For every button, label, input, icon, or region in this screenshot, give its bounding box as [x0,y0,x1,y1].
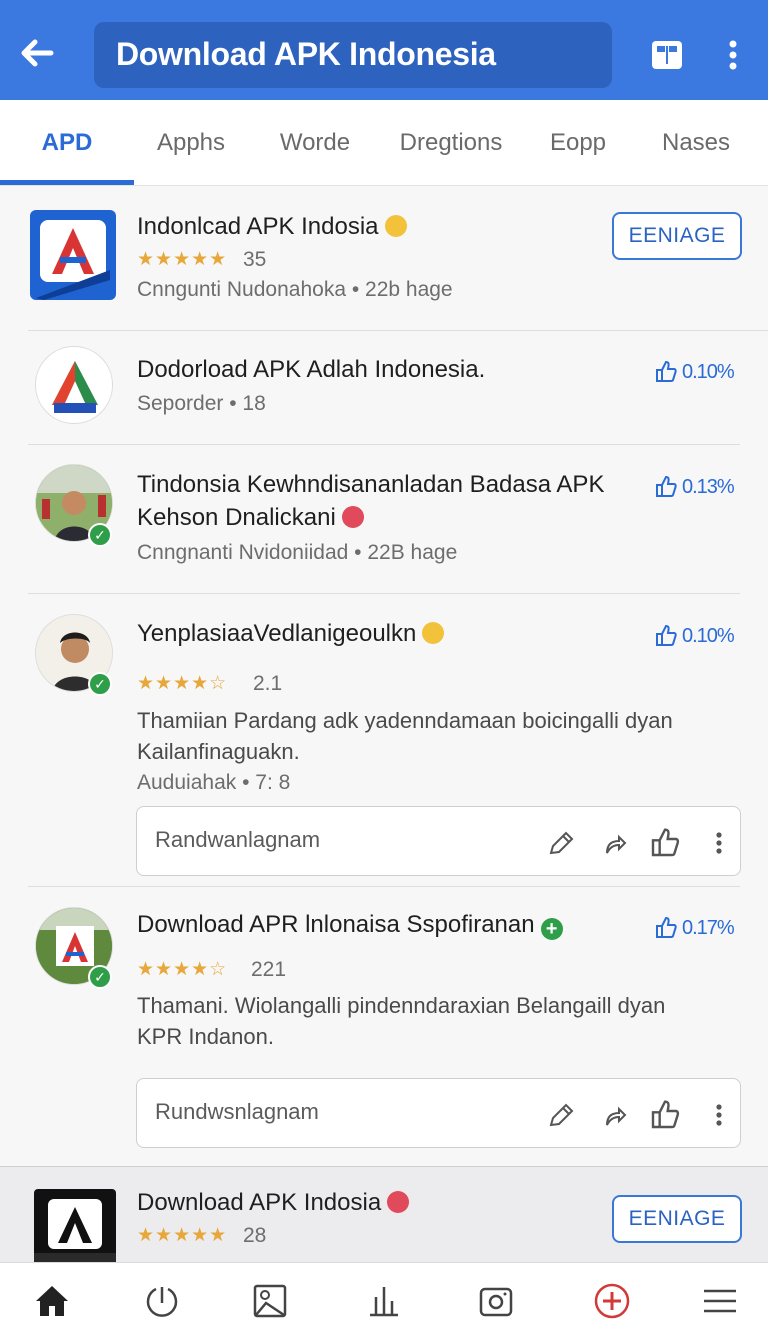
item-title: Download APR lnlonaisa Sspofiranan [137,911,535,938]
item-title: Download APK Indosia [137,1189,382,1216]
card-view-icon[interactable] [648,36,686,74]
tab-dregtions[interactable]: Dregtions [388,100,514,186]
avatar [35,346,113,424]
share-icon[interactable] [599,827,631,859]
action-button[interactable]: EENIAGE [612,212,742,260]
percent-value: 0.17% [682,916,735,939]
thumbs-up-icon [656,475,677,497]
tab-apphs[interactable]: Apphs [134,100,248,186]
stats-icon[interactable] [364,1281,404,1321]
like-percentage[interactable]: 0.17% [654,916,735,940]
tab-worde[interactable]: Worde [258,100,372,186]
camera-icon[interactable] [476,1281,516,1321]
like-percentage[interactable]: 0.13% [654,475,735,499]
rating-count: 35 [243,248,267,271]
percent-value: 0.13% [682,475,735,498]
edit-icon[interactable] [545,827,577,859]
tab-eopp[interactable]: Eopp [528,100,628,186]
item-meta: Cnngunti Nudonahoka • 22b hage [137,278,453,301]
tab-indicator [0,180,134,185]
gallery-icon[interactable] [250,1281,290,1321]
rating-count: 221 [251,958,287,981]
bottom-nav [0,1262,768,1344]
add-circle-icon[interactable] [592,1281,632,1321]
home-icon[interactable] [32,1281,72,1321]
thumbs-up-icon [656,360,677,382]
item-meta: Auduiahak • 7: 8 [137,771,291,794]
search-title-box[interactable]: Download APK Indonesia [94,22,612,88]
rating-stars: ★★★★★ [137,249,228,270]
divider [28,330,768,331]
tab-apd[interactable]: APD [0,100,134,186]
reply-box[interactable]: Rundwsnlagnam [136,1078,741,1148]
verified-check-icon: ✓ [88,523,112,547]
edit-icon[interactable] [545,1099,577,1131]
menu-icon[interactable] [700,1281,740,1321]
tab-nases[interactable]: Nases [640,100,752,186]
heart-emoji-icon [341,506,364,528]
item-title: Dodorload APK Adlah Indonesia. [137,356,486,383]
item-description: Thamani. Wiolangalli pindenndaraxian Bel… [137,993,666,1018]
reply-box[interactable]: Randwanlagnam [136,806,741,876]
list-item[interactable]: ✓ Download APR lnlonaisa Sspofiranan + ★★… [0,887,768,1165]
verified-check-icon: ✓ [88,672,112,696]
item-description-cont: Kailanfinaguakn. [137,739,300,764]
thumbs-up-icon[interactable] [649,1099,681,1131]
percent-value: 0.10% [682,360,735,383]
item-description: Thamiian Pardang adk yadenndamaan boicin… [137,708,673,733]
thumbs-up-icon [656,624,677,646]
thumbs-up-icon [656,916,677,938]
history-icon[interactable] [142,1281,182,1321]
reply-input[interactable]: Randwanlagnam [155,827,320,853]
more-vert-icon[interactable] [718,36,748,74]
percent-value: 0.10% [682,624,735,647]
item-meta: Cnngnanti Nvidoniidad • 22B hage [137,541,458,564]
list-item[interactable]: Dodorload APK Adlah Indonesia. Seporder … [0,332,768,444]
list-item[interactable]: Download APK Indosia ★★★★★ 28 EENIAGE [0,1166,768,1267]
heart-emoji-icon [387,1191,410,1213]
more-vert-icon[interactable] [703,1099,735,1131]
share-icon[interactable] [599,1099,631,1131]
list-item[interactable]: ✓ Tindonsia Kewhndisananladan Badasa APK… [0,445,768,593]
item-title: Indonlcad APK Indosia [137,213,379,240]
page-title: Download APK Indonesia [116,36,496,72]
tab-bar: APD Apphs Worde Dregtions Eopp Nases [0,100,768,186]
verified-check-icon: ✓ [88,965,112,989]
app-icon [34,1189,116,1267]
item-title-cont: Kehson Dnalickani [137,504,336,531]
plus-circle-icon: + [540,918,563,940]
arrow-left-icon[interactable] [14,30,60,76]
reply-input[interactable]: Rundwsnlagnam [155,1099,319,1125]
smile-emoji-icon [422,622,445,644]
smile-emoji-icon [384,215,407,237]
app-icon [30,210,116,300]
list-item[interactable]: ✓ YenplasiaaVedlanigeoulkn ★★★★☆ 2.1 Tha… [0,594,768,886]
like-percentage[interactable]: 0.10% [654,360,735,384]
item-title: YenplasiaaVedlanigeoulkn [137,620,417,647]
rating-count: 2.1 [253,672,283,695]
list-item[interactable]: Indonlcad APK Indosia ★★★★★ 35 Cnngunti … [0,186,768,332]
app-bar: Download APK Indonesia [0,0,768,100]
rating-count: 28 [243,1224,267,1247]
action-button[interactable]: EENIAGE [612,1195,742,1243]
rating-stars: ★★★★☆ [137,673,228,694]
rating-stars: ★★★★☆ [137,959,228,980]
thumbs-up-icon[interactable] [649,827,681,859]
more-vert-icon[interactable] [703,827,735,859]
rating-stars: ★★★★★ [137,1225,228,1246]
item-title: Tindonsia Kewhndisananladan Badasa APK [137,471,605,498]
like-percentage[interactable]: 0.10% [654,624,735,648]
item-description-cont: KPR Indanon. [137,1024,274,1049]
item-meta: Seporder • 18 [137,392,266,415]
